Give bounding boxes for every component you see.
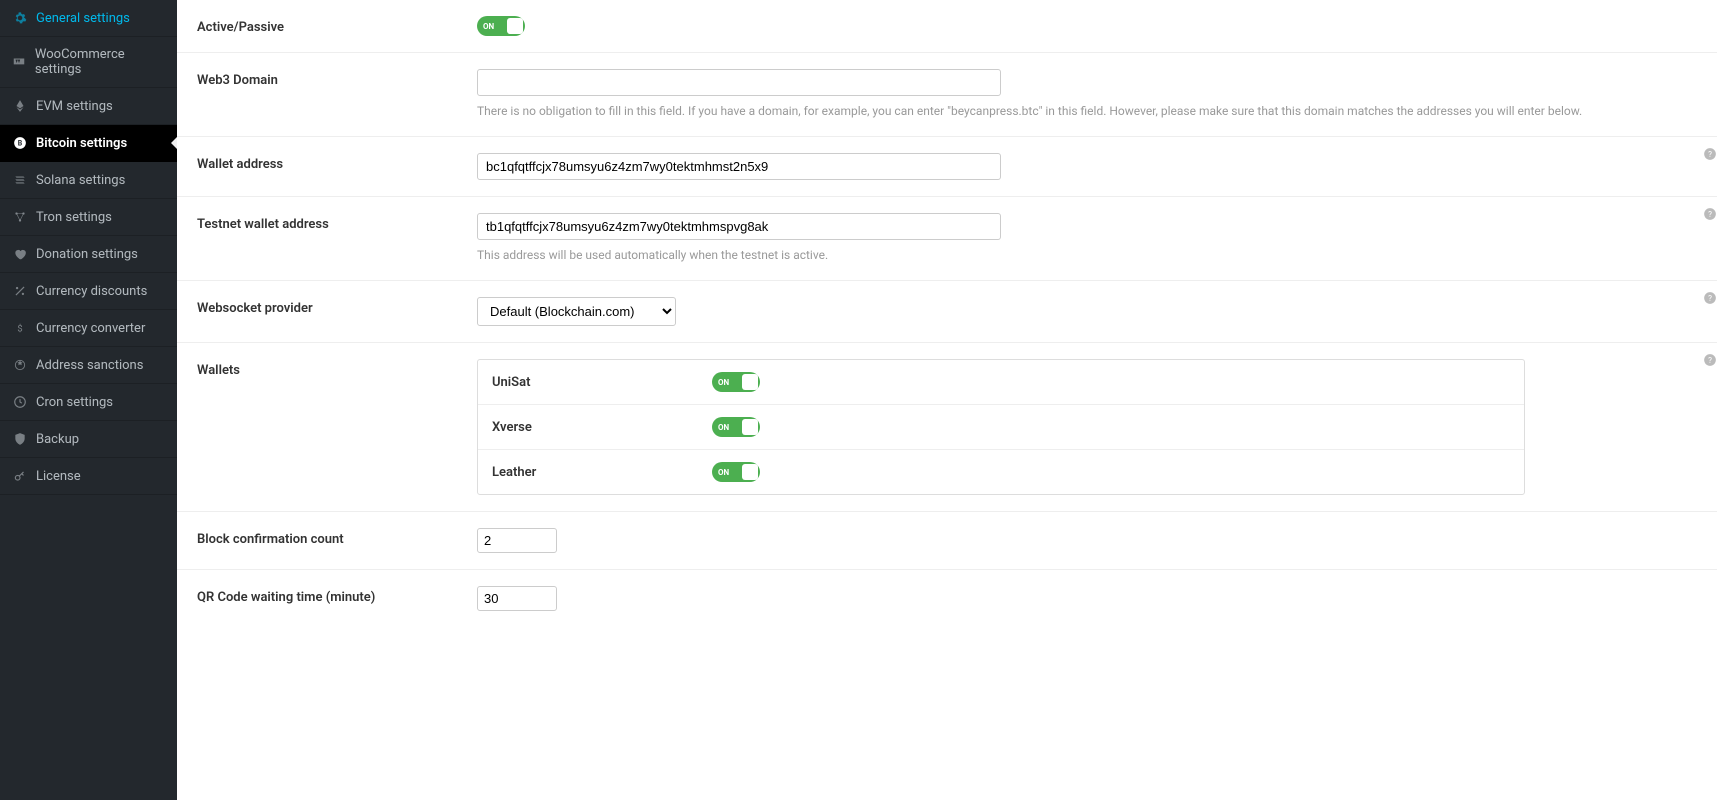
sidebar-item-label: Donation settings [36,247,138,262]
label-wallets: Wallets [197,359,477,378]
toggle-knob [742,374,758,390]
sidebar-item-label: Currency converter [36,321,145,336]
toggle-xverse[interactable]: ON [712,417,760,437]
row-block-confirmation: Block confirmation count [177,512,1717,570]
row-websocket-provider: ? Websocket provider Default (Blockchain… [177,281,1717,343]
sidebar-item-label: Solana settings [36,173,125,188]
sidebar-item-label: EVM settings [36,99,113,114]
sidebar-item-currency-discounts[interactable]: Currency discounts [0,273,177,310]
toggle-on-label: ON [718,468,729,477]
sidebar-item-license[interactable]: License [0,458,177,495]
sidebar-item-woocommerce-settings[interactable]: WooCommerce settings [0,37,177,88]
sidebar-item-address-sanctions[interactable]: Address sanctions [0,347,177,384]
main-content: Active/Passive ON Web3 Domain There is n… [177,0,1727,800]
hand-icon [12,246,28,262]
websocket-provider-select[interactable]: Default (Blockchain.com) [477,297,676,326]
svg-text:?: ? [1708,149,1712,159]
row-active-passive: Active/Passive ON [177,0,1717,53]
qr-waiting-input[interactable] [477,586,557,611]
label-active-passive: Active/Passive [197,16,477,35]
row-web3-domain: Web3 Domain There is no obligation to fi… [177,53,1717,137]
sidebar-item-currency-converter[interactable]: $ Currency converter [0,310,177,347]
wallet-row: Xverse ON [478,405,1524,450]
row-wallet-address: ? Wallet address [177,137,1717,197]
row-wallets: ? Wallets UniSat ON Xverse ON [177,343,1717,512]
label-qr-waiting: QR Code waiting time (minute) [197,586,477,605]
percent-icon [12,283,28,299]
testnet-hint: This address will be used automatically … [477,246,1697,264]
wallet-name: Leather [492,465,712,480]
help-icon[interactable]: ? [1703,207,1717,225]
web3-domain-input[interactable] [477,69,1001,96]
tron-icon [12,209,28,225]
label-web3-domain: Web3 Domain [197,69,477,88]
sidebar-item-donation-settings[interactable]: Donation settings [0,236,177,273]
wallet-row: Leather ON [478,450,1524,494]
dollar-icon: $ [12,320,28,336]
svg-text:?: ? [1708,293,1712,303]
label-block-confirmation: Block confirmation count [197,528,477,547]
sidebar-item-label: Address sanctions [36,358,143,373]
label-wallet-address: Wallet address [197,153,477,172]
sidebar: General settings WooCommerce settings EV… [0,0,177,800]
shield-icon [12,431,28,447]
sidebar-item-label: WooCommerce settings [35,47,165,77]
sidebar-item-label: Bitcoin settings [36,136,127,151]
sidebar-item-label: Cron settings [36,395,113,410]
toggle-leather[interactable]: ON [712,462,760,482]
sidebar-item-solana-settings[interactable]: Solana settings [0,162,177,199]
testnet-wallet-address-input[interactable] [477,213,1001,240]
svg-text:?: ? [1708,355,1712,365]
toggle-knob [742,464,758,480]
svg-text:$: $ [17,324,22,335]
sidebar-item-backup[interactable]: Backup [0,421,177,458]
help-icon[interactable]: ? [1703,353,1717,371]
row-qr-waiting: QR Code waiting time (minute) [177,570,1717,627]
wallets-box: UniSat ON Xverse ON Leather [477,359,1525,495]
sidebar-item-evm-settings[interactable]: EVM settings [0,88,177,125]
sidebar-item-label: Tron settings [36,210,112,225]
sidebar-item-label: License [36,469,81,484]
solana-icon [12,172,28,188]
toggle-unisat[interactable]: ON [712,372,760,392]
sidebar-item-general-settings[interactable]: General settings [0,0,177,37]
sidebar-item-label: General settings [36,11,130,26]
sidebar-item-tron-settings[interactable]: Tron settings [0,199,177,236]
wallet-address-input[interactable] [477,153,1001,180]
toggle-active-passive[interactable]: ON [477,16,525,36]
woo-icon [12,54,27,70]
wallet-name: UniSat [492,375,712,390]
row-testnet-wallet-address: ? Testnet wallet address This address wi… [177,197,1717,281]
label-websocket-provider: Websocket provider [197,297,477,316]
web3-domain-hint: There is no obligation to fill in this f… [477,102,1697,120]
sidebar-item-label: Backup [36,432,79,447]
gear-icon [12,10,28,26]
toggle-on-label: ON [483,22,494,31]
clock-icon [12,394,28,410]
ethereum-icon [12,98,28,114]
key-icon [12,468,28,484]
badge-icon [12,357,28,373]
bitcoin-icon: B [12,135,28,151]
help-icon[interactable]: ? [1703,291,1717,309]
block-confirmation-input[interactable] [477,528,557,553]
toggle-on-label: ON [718,423,729,432]
toggle-knob [742,419,758,435]
wallet-row: UniSat ON [478,360,1524,405]
label-testnet-wallet-address: Testnet wallet address [197,213,477,232]
wallet-name: Xverse [492,420,712,435]
svg-text:B: B [18,139,23,147]
sidebar-item-cron-settings[interactable]: Cron settings [0,384,177,421]
help-icon[interactable]: ? [1703,147,1717,165]
toggle-on-label: ON [718,378,729,387]
toggle-knob [507,18,523,34]
sidebar-item-bitcoin-settings[interactable]: B Bitcoin settings [0,125,177,162]
svg-text:?: ? [1708,209,1712,219]
sidebar-item-label: Currency discounts [36,284,147,299]
